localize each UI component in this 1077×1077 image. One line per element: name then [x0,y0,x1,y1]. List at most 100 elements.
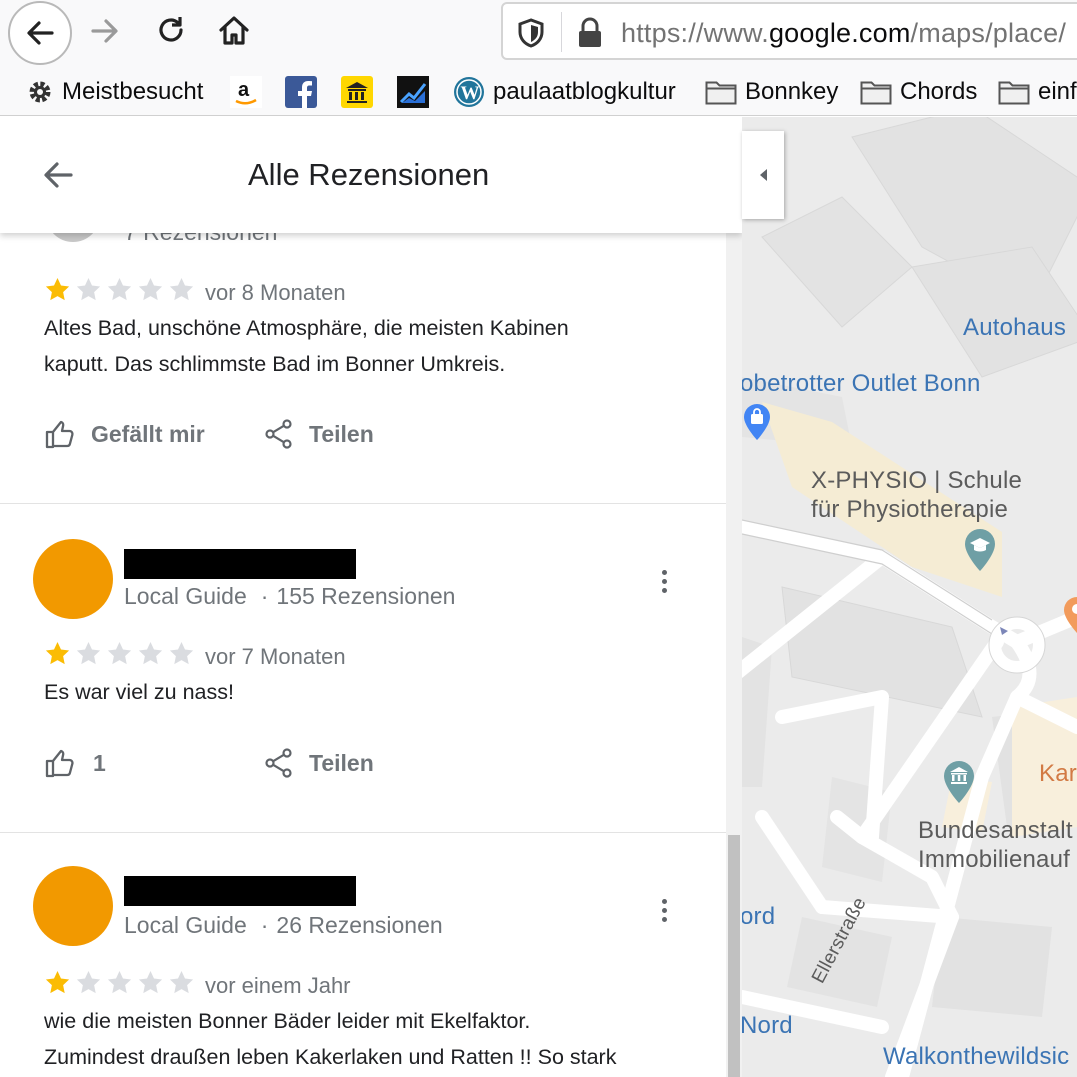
facebook-icon [285,76,317,108]
shopping-bag-pin-icon[interactable] [742,402,772,442]
review-text-line: wie die meisten Bonner Bäder leider mit … [44,1009,531,1033]
map-label-bundesanstalt-line2[interactable]: Immobilienauf [918,846,1070,874]
bookmark-label: Chords [900,78,978,105]
share-label: Teilen [309,749,374,776]
review-divider [0,503,726,504]
bookmark-label: einf [1038,78,1077,105]
review-text-line: Zumindest draußen leben Kakerlaken und R… [44,1045,617,1069]
like-label: Gefällt mir [91,420,205,447]
like-button[interactable]: Gefällt mir [45,419,205,449]
map-canvas[interactable]: Autohaus obetrotter Outlet Bonn X-PHYSIO… [742,117,1077,1077]
map-label-bundesanstalt-line1[interactable]: Bundesanstalt [918,817,1073,845]
review-text: Altes Bad, unschöne Atmosphäre, die meis… [44,310,684,382]
reviewer-meta: Local Guide · 155 Rezensionen [124,583,455,610]
more-options-button[interactable] [652,892,676,928]
bank-icon [341,76,373,108]
arrow-right-icon [91,19,118,43]
bookmark-chart[interactable] [397,74,429,110]
home-icon [219,16,249,45]
star-empty-icon [107,278,132,301]
star-filled-icon [45,278,70,301]
redacted-reviewer-name [124,549,356,579]
thumbs-up-icon [45,420,74,449]
bookmark-bank[interactable] [341,74,373,110]
bookmark-label: Meistbesucht [62,78,204,105]
review-text-line: kaputt. Das schlimmste Bad im Bonner Umk… [44,352,506,376]
bookmark-folder-bonnkey[interactable]: Bonnkey [705,74,838,110]
amazon-icon: a [230,76,262,108]
review-text: Es war viel zu nass! [44,674,684,710]
gear-icon [29,81,51,103]
avatar[interactable] [33,539,113,619]
bookmarks-toolbar: Meistbesucht a W paulaatblogkultur Bonnk… [0,66,1077,116]
review-date: vor einem Jahr [205,973,351,998]
map-label-outlet[interactable]: obetrotter Outlet Bonn [742,370,981,398]
browser-forward-button[interactable] [74,0,136,62]
star-rating [44,640,195,667]
local-guide-badge: Local Guide [124,583,247,609]
avatar[interactable] [33,866,113,946]
bank-pin-icon[interactable] [942,759,976,805]
bookmark-folder-chords[interactable]: Chords [860,74,977,110]
share-icon [265,419,292,449]
reviewer-meta: Local Guide · 26 Rezensionen [124,912,443,939]
map-background [742,117,1077,1077]
folder-icon [998,81,1030,105]
svg-text:W: W [461,83,480,104]
svg-text:a: a [238,79,250,101]
star-empty-icon [138,278,163,301]
star-empty-icon [138,971,163,994]
browser-home-button[interactable] [203,0,265,62]
star-filled-icon [45,971,70,994]
shield-icon[interactable] [517,18,545,48]
bookmark-paulaatblogkultur[interactable]: W paulaatblogkultur [453,74,676,110]
lock-icon[interactable] [577,17,603,49]
url-prefix: https://www. [621,18,769,48]
more-options-button[interactable] [652,563,676,599]
star-empty-icon [107,971,132,994]
bookmark-meistbesucht[interactable]: Meistbesucht [26,74,203,110]
bookmark-label: paulaatblogkultur [493,78,676,105]
bookmark-facebook[interactable] [285,74,317,110]
review-count: 155 Rezensionen [276,583,456,609]
caret-left-icon [760,169,767,181]
graduation-cap-pin-icon[interactable] [963,527,997,573]
bookmark-folder-einf[interactable]: einf [998,74,1077,110]
scrollbar-thumb[interactable] [728,835,740,1077]
map-label-kar[interactable]: Kar [1039,760,1077,788]
review-divider [0,832,726,833]
folder-icon [860,81,892,105]
share-button[interactable]: Teilen [265,419,374,449]
browser-reload-button[interactable] [140,0,202,62]
bookmark-amazon[interactable]: a [230,74,262,110]
redacted-reviewer-name [124,876,356,906]
folder-icon [705,81,737,105]
panel-back-button[interactable] [38,155,78,195]
review-text-line: Altes Bad, unschöne Atmosphäre, die meis… [44,316,569,340]
url-text[interactable]: https://www.google.com/maps/place/ [621,18,1066,49]
review-count: 26 Rezensionen [276,912,443,938]
map-label-walkonthewild[interactable]: Walkonthewildsic [883,1043,1069,1071]
star-rating [44,276,195,303]
browser-back-button[interactable] [8,1,72,65]
bookmark-label: Bonnkey [745,78,839,105]
url-bar[interactable]: https://www.google.com/maps/place/ [501,2,1077,60]
reviews-panel: Alle Rezensionen 7 Rezensionen vor 8 Mon… [0,117,742,1077]
map-label-ord[interactable]: ord [742,903,775,931]
url-host: google.com [768,18,911,48]
map-label-nord[interactable]: Nord [742,1012,793,1040]
review-text-line: Es war viel zu nass! [44,680,234,704]
map-label-autohaus[interactable]: Autohaus [963,314,1066,342]
share-button[interactable]: Teilen [265,748,374,778]
like-button[interactable]: 1 [45,748,106,778]
url-path: /maps/place/ [910,18,1067,48]
star-empty-icon [76,971,101,994]
review-text: wie die meisten Bonner Bäder leider mit … [44,1003,684,1075]
collapse-panel-button[interactable] [742,131,784,219]
map-label-physio-line2[interactable]: für Physiotherapie [811,496,1008,524]
local-guide-badge: Local Guide [124,912,247,938]
page-title: Alle Rezensionen [248,157,490,192]
orange-pin-icon[interactable] [1062,595,1077,635]
map-label-physio-line1[interactable]: X-PHYSIO | Schule [811,467,1022,495]
reload-icon [159,17,183,42]
